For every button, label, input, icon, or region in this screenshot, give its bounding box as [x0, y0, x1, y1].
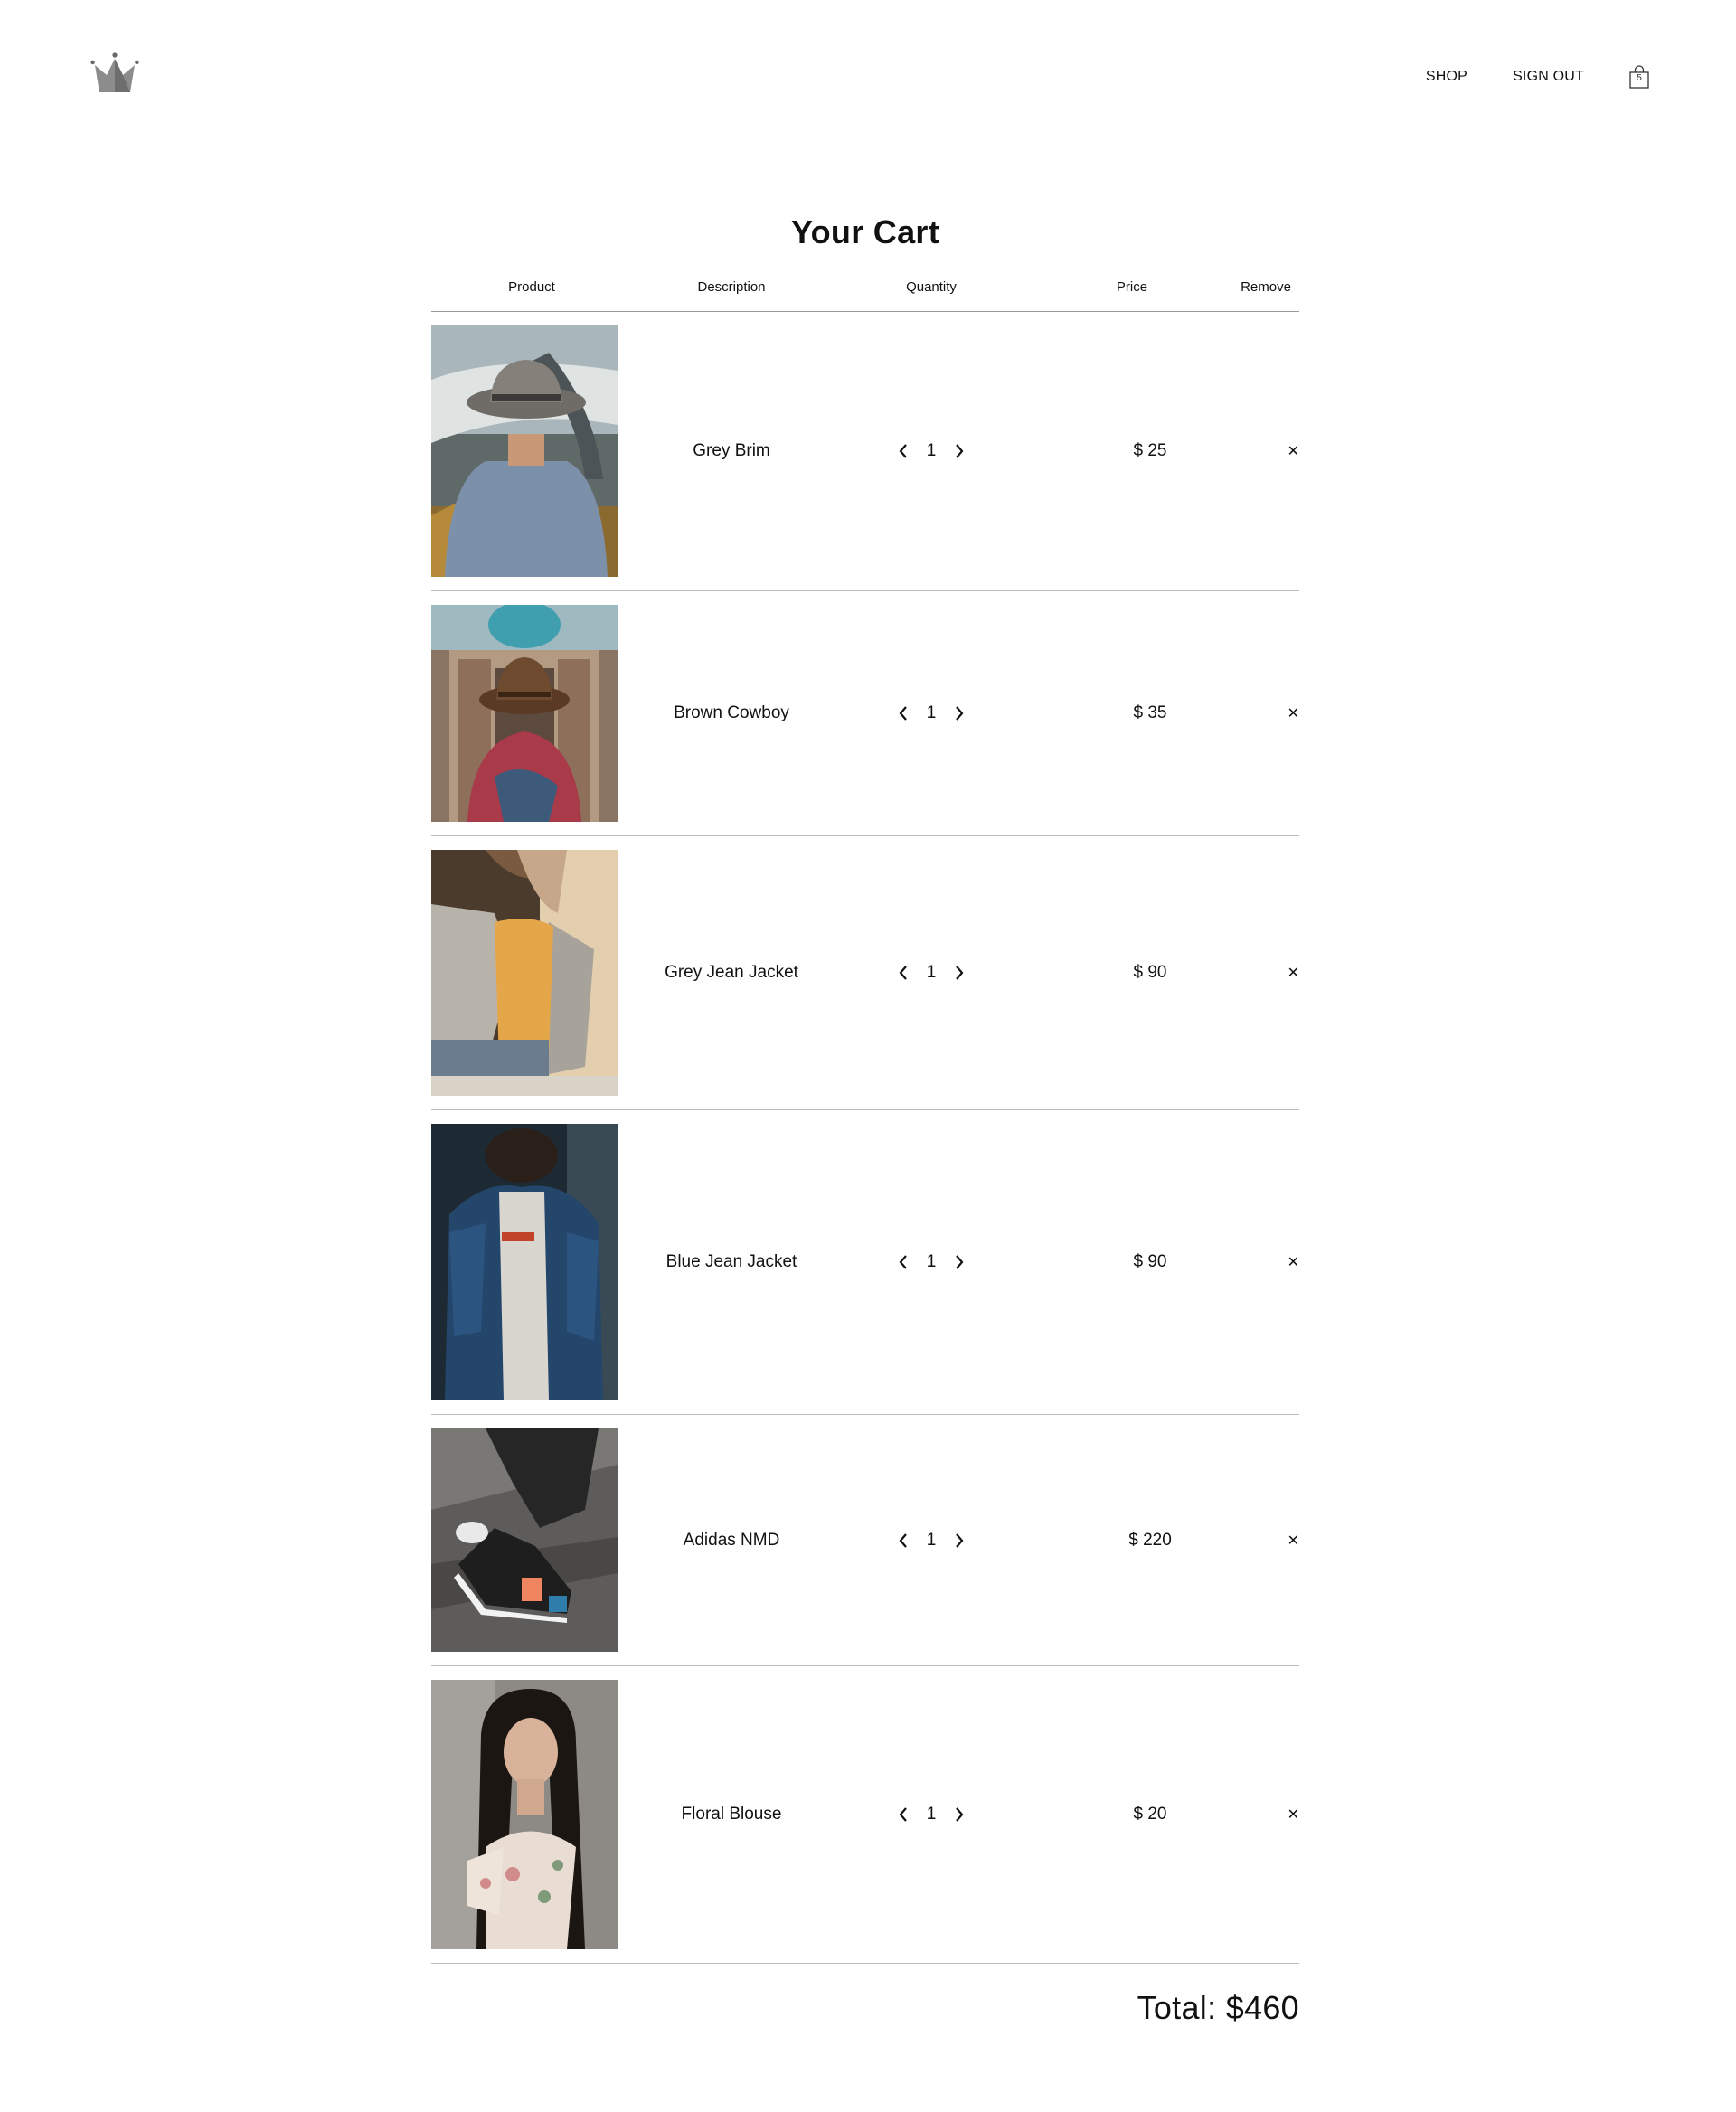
- quantity-value: 1: [926, 441, 937, 460]
- quantity-stepper: 1: [831, 703, 1032, 723]
- quantity-value: 1: [926, 1805, 937, 1824]
- cart-section: Your Cart Product Description Quantity P…: [431, 208, 1299, 2027]
- decrease-quantity-chevron-left-icon[interactable]: [896, 442, 910, 460]
- increase-quantity-chevron-right-icon[interactable]: [952, 1806, 967, 1824]
- quantity-stepper: 1: [831, 441, 1032, 461]
- product-price: $ 20: [1133, 1805, 1167, 1824]
- quantity-stepper: 1: [831, 1805, 1032, 1824]
- cart-item-row: Grey Brim 1 $ 25 ✕: [431, 312, 1299, 591]
- nav-shop-link[interactable]: SHOP: [1426, 69, 1467, 85]
- remove-item-icon[interactable]: ✕: [1232, 442, 1299, 460]
- product-image: [431, 1124, 618, 1400]
- decrease-quantity-chevron-left-icon[interactable]: [896, 704, 910, 722]
- remove-item-icon[interactable]: ✕: [1232, 1532, 1299, 1550]
- decrease-quantity-chevron-left-icon[interactable]: [896, 1532, 910, 1550]
- crown-logo-icon[interactable]: [90, 52, 139, 94]
- column-header-description: Description: [697, 279, 766, 295]
- quantity-value: 1: [926, 963, 937, 982]
- product-image: [431, 1680, 618, 1949]
- column-header-product: Product: [508, 279, 555, 295]
- decrease-quantity-chevron-left-icon[interactable]: [896, 1253, 910, 1271]
- product-name: Grey Jean Jacket: [665, 963, 798, 982]
- product-price: $ 90: [1133, 1252, 1167, 1271]
- nav-signout-link[interactable]: SIGN OUT: [1513, 69, 1584, 85]
- cart-item-row: Brown Cowboy 1 $ 35 ✕: [431, 591, 1299, 836]
- product-price: $ 220: [1128, 1530, 1172, 1550]
- increase-quantity-chevron-right-icon[interactable]: [952, 442, 967, 460]
- cart-item-row: Blue Jean Jacket 1 $ 90 ✕: [431, 1110, 1299, 1415]
- product-name: Grey Brim: [693, 441, 770, 460]
- remove-item-icon[interactable]: ✕: [1232, 704, 1299, 722]
- increase-quantity-chevron-right-icon[interactable]: [952, 1532, 967, 1550]
- shopping-bag-icon[interactable]: 5: [1629, 65, 1649, 89]
- cart-count-badge: 5: [1637, 73, 1642, 83]
- quantity-stepper: 1: [831, 1252, 1032, 1272]
- main-nav: SHOP SIGN OUT 5: [1426, 65, 1649, 89]
- product-image: [431, 1428, 618, 1652]
- product-name: Adidas NMD: [683, 1530, 780, 1550]
- quantity-stepper: 1: [831, 963, 1032, 983]
- remove-item-icon[interactable]: ✕: [1232, 1806, 1299, 1824]
- quantity-value: 1: [926, 703, 937, 722]
- cart-table-header: Product Description Quantity Price Remov…: [431, 277, 1299, 312]
- cart-total: Total: $460: [1137, 1989, 1299, 2026]
- product-name: Floral Blouse: [681, 1805, 782, 1824]
- increase-quantity-chevron-right-icon[interactable]: [952, 964, 967, 982]
- cart-item-row: Grey Jean Jacket 1 $ 90 ✕: [431, 836, 1299, 1110]
- product-price: $ 90: [1133, 963, 1167, 982]
- product-name: Brown Cowboy: [674, 703, 789, 722]
- quantity-stepper: 1: [831, 1531, 1032, 1551]
- site-header: SHOP SIGN OUT 5: [43, 0, 1693, 127]
- increase-quantity-chevron-right-icon[interactable]: [952, 1253, 967, 1271]
- remove-item-icon[interactable]: ✕: [1232, 964, 1299, 982]
- column-header-quantity: Quantity: [906, 279, 957, 295]
- product-image: [431, 850, 618, 1096]
- product-image: [431, 325, 618, 577]
- quantity-value: 1: [926, 1530, 937, 1550]
- column-header-remove: Remove: [1241, 279, 1291, 295]
- product-price: $ 35: [1133, 703, 1167, 722]
- page-title: Your Cart: [790, 213, 940, 250]
- decrease-quantity-chevron-left-icon[interactable]: [896, 964, 910, 982]
- column-header-price: Price: [1116, 279, 1148, 295]
- product-price: $ 25: [1133, 441, 1167, 460]
- quantity-value: 1: [926, 1252, 937, 1271]
- decrease-quantity-chevron-left-icon[interactable]: [896, 1806, 910, 1824]
- cart-item-row: Adidas NMD 1 $ 220 ✕: [431, 1415, 1299, 1666]
- remove-item-icon[interactable]: ✕: [1232, 1253, 1299, 1271]
- product-name: Blue Jean Jacket: [665, 1252, 797, 1271]
- cart-item-row: Floral Blouse 1 $ 20 ✕: [431, 1666, 1299, 1964]
- increase-quantity-chevron-right-icon[interactable]: [952, 704, 967, 722]
- product-image: [431, 605, 618, 822]
